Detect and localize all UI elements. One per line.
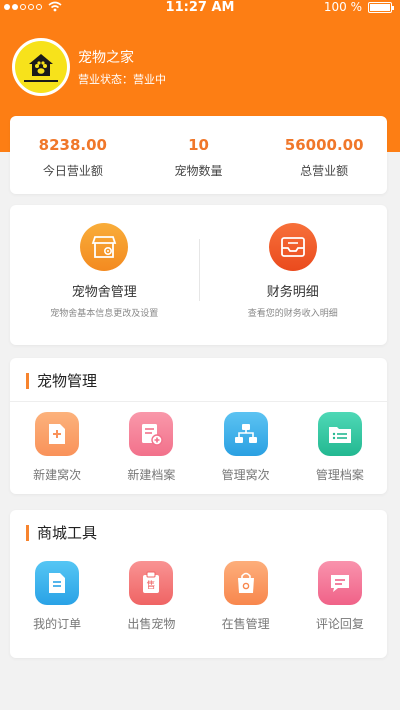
battery-icon [368,1,394,13]
management-title: 宠物舍管理 [71,285,137,300]
stat-label: 今日营业额 [42,164,103,178]
sell-pet-button[interactable]: 售 出售宠物 [104,561,198,632]
management-card: 宠物舍管理 宠物舍基本信息更改及设置 财务明细 查看您的财务收入明细 [10,205,387,345]
section-accent-bar [26,524,29,541]
grid-label: 在售管理 [221,617,270,631]
sell-tag-icon: 售 [129,561,174,605]
store-info[interactable]: 宠物之家 营业状态：营业中 [12,38,166,96]
stat-today-revenue[interactable]: 8238.00 今日营业额 [10,116,136,194]
svg-text:售: 售 [147,579,156,591]
section-accent-bar [26,372,29,389]
paw-house-logo-icon [15,41,67,93]
comment-reply-button[interactable]: 评论回复 [293,561,387,632]
grid-label: 管理档案 [315,468,364,482]
stat-label: 总营业额 [300,164,349,178]
on-sale-management-button[interactable]: 在售管理 [199,561,293,632]
stat-label: 宠物数量 [174,164,223,178]
section-title: 商城工具 [37,524,98,542]
shopping-bag-icon [223,561,268,605]
new-file-button[interactable]: 新建档案 [104,412,198,483]
grid-label: 新建档案 [127,468,176,482]
inbox-tray-icon [268,223,317,271]
stats-card: 8238.00 今日营业额 10 宠物数量 56000.00 总营业额 [10,116,387,194]
grid-label: 新建窝次 [33,468,82,482]
stat-value: 10 [188,136,209,154]
grid-label: 管理窝次 [221,468,270,482]
battery-percent: 100 % [323,0,362,14]
new-file-icon [129,412,174,456]
grid-label: 我的订单 [33,617,82,631]
stat-pet-count[interactable]: 10 宠物数量 [136,116,262,194]
management-subtitle: 查看您的财务收入明细 [247,309,338,319]
store-name: 宠物之家 [78,50,134,66]
my-orders-button[interactable]: 我的订单 [10,561,104,632]
comment-icon [317,561,362,605]
pet-house-management-button[interactable]: 宠物舍管理 宠物舍基本信息更改及设置 [10,205,199,345]
folder-list-icon [317,412,362,456]
avatar[interactable] [12,38,70,96]
grid-label: 出售宠物 [127,617,176,631]
order-document-icon [35,561,80,605]
stat-value: 56000.00 [284,136,364,154]
stat-value: 8238.00 [38,136,107,154]
hierarchy-icon [223,412,268,456]
pet-management-section: 宠物管理 新建窝次 新建档案 管理窝次 管理档案 [10,358,387,494]
section-title: 宠物管理 [37,372,98,390]
store-status: 营业状态：营业中 [78,73,166,86]
manage-litter-button[interactable]: 管理窝次 [199,412,293,483]
grid-label: 评论回复 [315,617,364,631]
status-bar: 11:27 AM 100 % [0,0,400,18]
finance-details-button[interactable]: 财务明细 查看您的财务收入明细 [199,205,388,345]
mall-tools-section: 商城工具 我的订单 售 出售宠物 在售管理 评论回复 [10,510,387,658]
manage-files-button[interactable]: 管理档案 [293,412,387,483]
stat-total-revenue[interactable]: 56000.00 总营业额 [261,116,387,194]
new-document-icon [35,412,80,456]
new-litter-button[interactable]: 新建窝次 [10,412,104,483]
storefront-gear-icon [80,223,129,271]
management-title: 财务明细 [266,285,319,300]
management-subtitle: 宠物舍基本信息更改及设置 [50,309,159,319]
